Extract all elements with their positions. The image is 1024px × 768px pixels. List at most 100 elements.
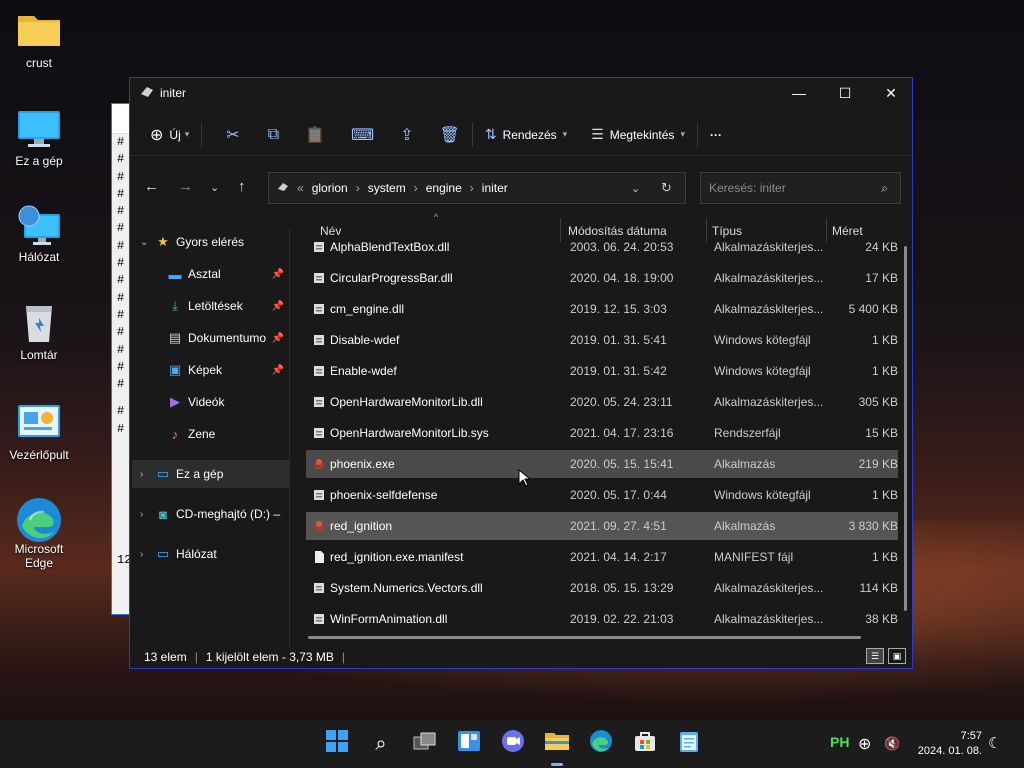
desktop-icon-control-panel[interactable]: Vezérlőpult (4, 402, 74, 462)
store-taskbar-button[interactable] (631, 730, 659, 758)
breadcrumb-initer[interactable]: initer (482, 181, 508, 195)
forward-button[interactable]: → (178, 178, 193, 195)
address-bar[interactable]: « glorion › system › engine › initer ⌄ ↻ (268, 172, 686, 204)
file-row[interactable]: red_ignition.exe.manifest 2021. 04. 14. 2… (306, 543, 898, 571)
desktop-icon-this-pc[interactable]: Ez a gép (4, 108, 74, 168)
app-icon (140, 86, 154, 101)
nav-cd-drive[interactable]: › ◙ CD-meghajtó (D:) – (130, 500, 288, 528)
nav-item-documents[interactable]: ▤ Dokumentumo 📌 (130, 324, 288, 352)
back-button[interactable]: ← (144, 178, 159, 195)
address-dropdown-chevron-icon[interactable]: ⌄ (631, 182, 640, 195)
breadcrumb-glorion[interactable]: glorion (312, 181, 348, 195)
column-header-size[interactable]: Méret (832, 224, 863, 238)
file-explorer-taskbar-button[interactable] (543, 730, 571, 766)
teams-chat-button[interactable] (499, 730, 527, 758)
widgets-icon (457, 730, 481, 758)
search-button[interactable]: ⌕ (367, 730, 395, 758)
nav-this-pc[interactable]: › ▭ Ez a gép (132, 460, 290, 488)
file-row[interactable]: phoenix.exe 2020. 05. 15. 15:41 Alkalmazás… (306, 450, 898, 478)
breadcrumb-engine[interactable]: engine (426, 181, 462, 195)
nav-quick-access[interactable]: ⌄ ★ Gyors elérés (130, 228, 288, 256)
widgets-button[interactable] (455, 730, 483, 758)
copy-button[interactable]: ⧉ (260, 119, 287, 151)
horizontal-scrollbar[interactable] (308, 636, 861, 639)
file-type: Alkalmazás (714, 457, 776, 471)
overflow-chevron[interactable]: « (297, 181, 304, 195)
tiles-view-button[interactable]: ▣ (888, 648, 906, 664)
column-divider[interactable] (706, 218, 707, 242)
file-row[interactable]: AlphaBlendTextBox.dll 2003. 06. 24. 20:53… (306, 242, 898, 261)
file-name: WinFormAnimation.dll (330, 612, 448, 626)
file-explorer-window[interactable]: initer — ☐ ✕ ⊕ Új ▾ ✂ ⧉ 📋 ⌨ ⇪ 🗑 ⇅ Rendez… (129, 77, 913, 669)
refresh-icon[interactable]: ↻ (661, 180, 672, 196)
file-row[interactable]: CircularProgressBar.dll 2020. 04. 18. 19:… (306, 264, 898, 292)
focus-assist-moon-icon[interactable]: ☾ (988, 734, 1001, 752)
file-row[interactable]: System.Numerics.Vectors.dll 2018. 05. 15.… (306, 574, 898, 602)
column-divider[interactable] (560, 218, 561, 242)
delete-button[interactable]: 🗑 (432, 119, 468, 151)
column-header-type[interactable]: Típus (712, 224, 742, 238)
edge-taskbar-button[interactable] (587, 730, 615, 758)
paste-button[interactable]: 📋 (297, 119, 333, 151)
column-divider[interactable] (826, 218, 827, 242)
view-button-label: Megtekintés (609, 127, 675, 142)
details-view-button[interactable]: ☰ (866, 648, 884, 664)
new-button[interactable]: ⊕ Új ▾ (142, 119, 197, 151)
system-clock[interactable]: 7:57 2024. 01. 08. (918, 729, 982, 759)
volume-muted-icon[interactable]: 🔇 (884, 736, 900, 752)
vertical-scrollbar[interactable] (904, 246, 907, 611)
file-list: AlphaBlendTextBox.dll 2003. 06. 24. 20:53… (302, 242, 898, 642)
file-row[interactable]: cm_engine.dll 2019. 12. 15. 3:03 Alkalmazá… (306, 295, 898, 323)
column-header-name[interactable]: Név (320, 224, 341, 238)
file-type: Windows kötegfájl (714, 364, 811, 378)
maximize-button[interactable]: ☐ (822, 78, 868, 108)
recent-locations-button[interactable]: ⌄ (210, 181, 219, 194)
desktop-icon-crust[interactable]: crust (4, 10, 74, 70)
minimize-button[interactable]: — (776, 78, 822, 108)
share-button[interactable]: ⇪ (392, 119, 421, 151)
star-icon: ★ (157, 234, 169, 249)
file-date: 2019. 01. 31. 5:41 (570, 333, 667, 347)
sort-button[interactable]: ⇅ Rendezés ▾ (477, 119, 575, 151)
desktop-icon-network[interactable]: Hálózat (4, 204, 74, 264)
view-button[interactable]: ☰ Megtekintés ▾ (583, 119, 693, 151)
nav-item-desktop[interactable]: ▬ Asztal 📌 (130, 260, 288, 288)
pin-icon: 📌 (271, 300, 284, 312)
file-name: Enable-wdef (330, 364, 397, 378)
arrow-up-icon: ↑ (238, 178, 246, 195)
music-icon: ♪ (171, 426, 179, 442)
nav-item-pictures[interactable]: ▣ Képek 📌 (130, 356, 288, 384)
nav-item-videos[interactable]: ▶ Videók (130, 388, 288, 416)
more-options-button[interactable]: ··· (702, 119, 730, 151)
nav-network[interactable]: › ▭ Hálózat (130, 540, 288, 568)
task-view-button[interactable] (411, 730, 439, 758)
cut-button[interactable]: ✂ (218, 119, 247, 151)
file-size: 38 KB (865, 612, 898, 626)
folder-icon (544, 730, 570, 758)
dll-file-icon (312, 395, 326, 409)
column-header-date[interactable]: Módosítás dátuma (568, 224, 667, 238)
nav-item-downloads[interactable]: ⤓ Letöltések 📌 (130, 292, 288, 320)
rename-button[interactable]: ⌨ (343, 119, 382, 151)
taskbar: ⌕ PH ⊕ 🔇 7:57 2024. 01. 08. ☾ (0, 720, 1024, 768)
close-button[interactable]: ✕ (868, 78, 914, 108)
up-button[interactable]: ↑ (238, 178, 246, 195)
file-row[interactable]: Enable-wdef 2019. 01. 31. 5:42 Windows köt… (306, 357, 898, 385)
input-language-indicator[interactable]: PH (830, 734, 849, 750)
notepad-taskbar-button[interactable] (675, 730, 703, 758)
search-input[interactable]: Keresés: initer ⌕ (700, 172, 901, 204)
desktop-icon-edge[interactable]: Microsoft Edge (4, 496, 74, 570)
globe-icon[interactable]: ⊕ (858, 734, 871, 754)
file-row[interactable]: OpenHardwareMonitorLib.dll 2020. 05. 24. … (306, 388, 898, 416)
desktop-icon-recycle-bin[interactable]: Lomtár (4, 302, 74, 362)
file-row[interactable]: Disable-wdef 2019. 01. 31. 5:41 Windows kö… (306, 326, 898, 354)
file-row[interactable]: OpenHardwareMonitorLib.sys 2021. 04. 17. … (306, 419, 898, 447)
file-row[interactable]: red_ignition 2021. 09. 27. 4:51 Alkalmazás… (306, 512, 898, 540)
file-name: phoenix-selfdefense (330, 488, 438, 502)
file-name: CircularProgressBar.dll (330, 271, 453, 285)
breadcrumb-system[interactable]: system (368, 181, 406, 195)
file-row[interactable]: phoenix-selfdefense 2020. 05. 17. 0:44 Win… (306, 481, 898, 509)
file-row[interactable]: WinFormAnimation.dll 2019. 02. 22. 21:03 A… (306, 605, 898, 633)
nav-item-music[interactable]: ♪ Zene (130, 420, 288, 448)
start-button[interactable] (323, 730, 351, 758)
